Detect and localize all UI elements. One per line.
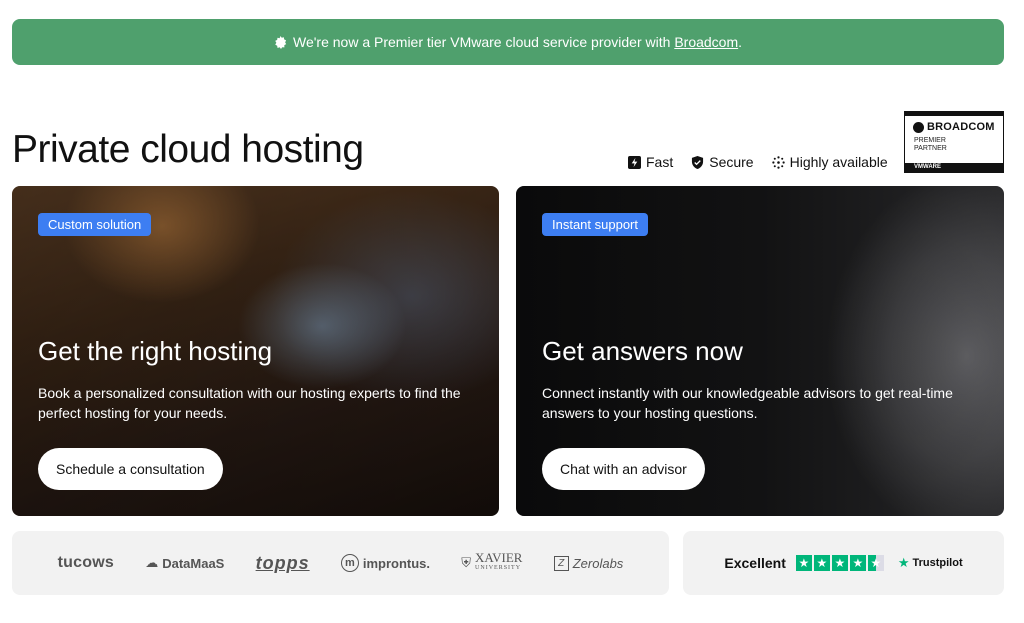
chat-advisor-button[interactable]: Chat with an advisor: [542, 448, 705, 490]
card-title: Get the right hosting: [38, 336, 273, 366]
card-text: Connect instantly with our knowledgeable…: [542, 385, 953, 421]
shield-icon: [692, 155, 704, 169]
feature-label: Highly available: [789, 154, 888, 170]
card-tag: Instant support: [542, 213, 648, 236]
card-tag: Custom solution: [38, 213, 152, 236]
feature-list: Fast Secure Highly available: [628, 154, 888, 170]
page-title: Private cloud hosting: [12, 128, 364, 171]
advisor-card: Instant support Get answers now Connect …: [516, 186, 1004, 516]
lightning-icon: [628, 155, 641, 169]
m-circle-icon: m: [340, 554, 359, 572]
card-title: Get answers now: [542, 336, 743, 366]
logo-label: DataMaaS: [162, 555, 225, 571]
xavier-logo: ⛨ XAVIER UNIVERSITY: [461, 550, 523, 574]
logo-label: XAVIER: [475, 550, 523, 565]
rating-label: Excellent: [724, 555, 786, 571]
feature-available: Highly available: [771, 154, 888, 170]
badge-foot: VMWARE: [905, 163, 1003, 172]
trustpilot-widget[interactable]: Excellent ★ ★ ★ ★ ★ ★ Trustpilot: [683, 531, 1004, 595]
consultation-card: Custom solution Get the right hosting Bo…: [12, 186, 499, 516]
badge-line1: PREMIER: [914, 137, 946, 144]
z-box-icon: Z: [553, 555, 569, 571]
broadcom-logo-icon: [913, 121, 924, 133]
card-text: Book a personalized consultation with ou…: [38, 385, 461, 421]
datamaas-logo: ☁ DataMaaS: [145, 555, 224, 571]
zerolabs-logo: Z Zerolabs: [553, 555, 624, 571]
trustpilot-star-icon: ★: [897, 555, 910, 570]
trustpilot-label: Trustpilot: [912, 557, 963, 569]
star-icon: ★: [831, 555, 848, 571]
logo-label: Zerolabs: [572, 555, 624, 571]
broadcom-link[interactable]: Broadcom: [674, 34, 738, 50]
cloud-icon: ☁: [145, 555, 159, 570]
logo-label: improntus.: [362, 555, 431, 571]
trustpilot-logo: ★ Trustpilot: [898, 555, 963, 571]
star-icon: ★: [795, 555, 812, 571]
star-icon: ★: [849, 555, 866, 571]
banner-text: We're now a Premier tier VMware cloud se…: [292, 34, 671, 50]
shield-crest-icon: ⛨: [461, 555, 472, 570]
broadcom-partner-badge: BROADCOM PREMIER PARTNER VMWARE: [904, 111, 1004, 173]
star-half-icon: ★: [867, 555, 884, 571]
badge-brand: BROADCOM: [927, 121, 995, 133]
tucows-logo: tucows: [57, 554, 114, 571]
banner-suffix: .: [738, 34, 743, 50]
badge-line2: PARTNER: [914, 145, 947, 152]
improntus-logo: m improntus.: [340, 554, 431, 572]
schedule-consultation-button[interactable]: Schedule a consultation: [38, 448, 223, 490]
feature-fast: Fast: [628, 154, 673, 170]
feature-label: Fast: [646, 154, 674, 170]
star-rating: ★ ★ ★ ★ ★: [795, 555, 884, 571]
feature-secure: Secure: [691, 154, 754, 170]
announcement-banner: We're now a Premier tier VMware cloud se…: [12, 19, 1004, 65]
star-icon: ★: [813, 555, 830, 571]
feature-label: Secure: [709, 154, 754, 170]
topps-logo: topps: [255, 552, 310, 573]
logo-sublabel: UNIVERSITY: [475, 565, 522, 571]
gear-icon: [275, 35, 287, 49]
client-logos: tucows ☁ DataMaaS topps m improntus. ⛨ XAVI…: [12, 531, 669, 595]
dots-grid-icon: [771, 155, 785, 169]
